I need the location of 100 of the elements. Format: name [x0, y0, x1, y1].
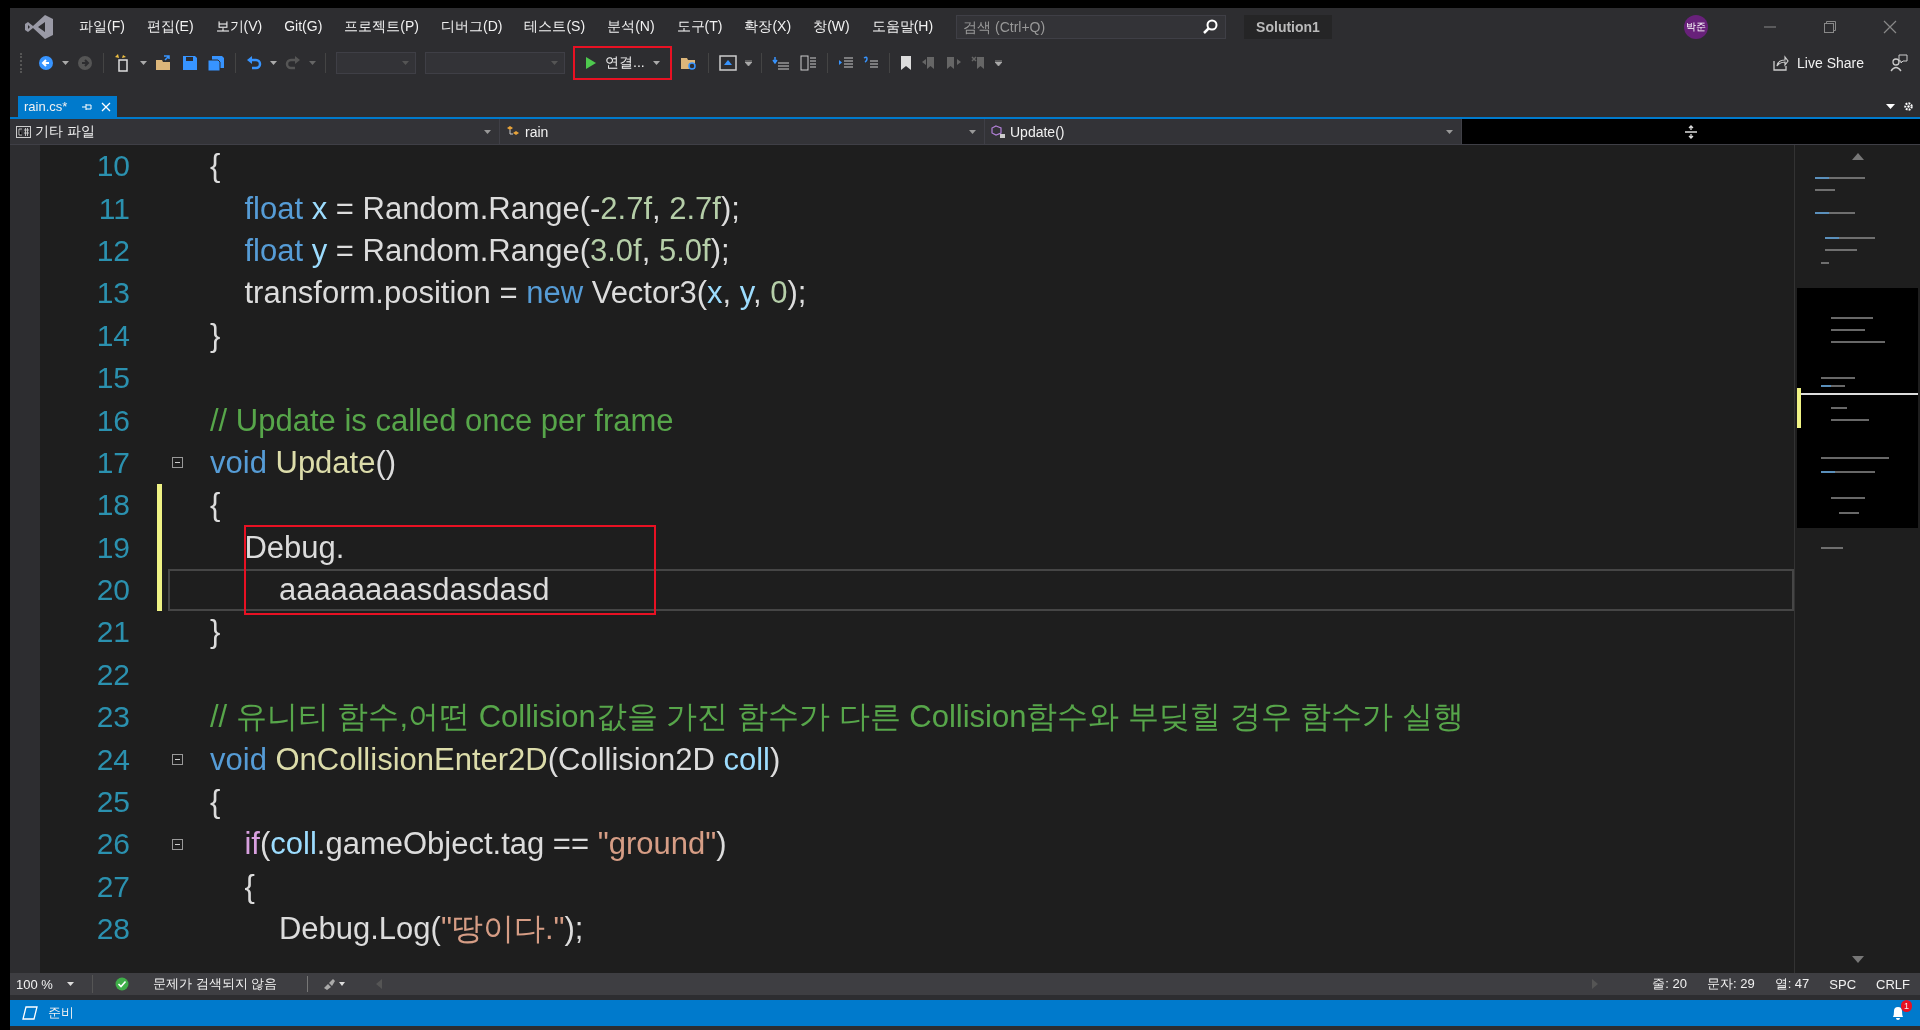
play-icon — [585, 56, 597, 70]
caret-icon — [652, 61, 660, 65]
whitespace-indicator[interactable]: SPC — [1829, 976, 1857, 992]
caret-icon — [969, 129, 976, 134]
character-indicator[interactable]: 문자: 29 — [1706, 975, 1755, 993]
clear-bookmarks-icon[interactable] — [970, 55, 987, 71]
code-line: { — [210, 487, 221, 524]
undo-icon[interactable] — [246, 55, 262, 71]
scroll-up-icon[interactable] — [1851, 153, 1864, 160]
code-line: if(coll.gameObject.tag == "ground") — [243, 826, 727, 863]
run-button[interactable]: 연결... — [573, 46, 672, 80]
open-folder-icon[interactable] — [155, 55, 173, 71]
class-icon — [506, 125, 521, 138]
issues-status[interactable]: 문제가 검색되지 않음 — [153, 975, 278, 993]
code-line: Debug. — [243, 529, 345, 566]
line-ending-indicator[interactable]: CRLF — [1876, 976, 1910, 992]
scroll-down-icon[interactable] — [1851, 956, 1864, 963]
indent-icon[interactable] — [862, 55, 879, 71]
caret-icon[interactable] — [140, 61, 147, 65]
collapse-icon[interactable] — [171, 457, 183, 469]
save-all-icon[interactable] — [207, 54, 225, 72]
next-bookmark-icon[interactable] — [945, 55, 962, 71]
search-field[interactable]: 검색 (Ctrl+Q) — [956, 15, 1227, 39]
feedback-icon[interactable] — [1890, 54, 1908, 72]
caret-icon[interactable] — [994, 60, 1002, 66]
line-number: 15 — [95, 361, 130, 396]
menu-item[interactable]: 디버그(D) — [430, 14, 514, 40]
line-number: 22 — [95, 657, 130, 692]
previous-bookmark-icon[interactable] — [920, 55, 937, 71]
project-dropdown[interactable]: 기타 파일 — [10, 119, 500, 144]
code-line: // 유니티 함수,어떤 Collision값을 가진 함수가 다른 Collision함수와 부딪힐 경우 함수가 실행 — [210, 698, 1464, 737]
file-tab[interactable]: rain.cs* — [18, 96, 118, 117]
line-number: 14 — [95, 318, 130, 353]
code-line: void Update() — [210, 444, 397, 481]
line-number: 23 — [95, 700, 130, 735]
code-line: } — [210, 614, 221, 651]
document-icon[interactable] — [798, 55, 817, 71]
menu-item[interactable]: 확장(X) — [733, 14, 803, 40]
method-icon — [991, 124, 1006, 139]
caret-icon[interactable] — [62, 61, 69, 65]
step-into-icon[interactable] — [771, 55, 790, 71]
line-number: 21 — [95, 615, 130, 650]
code-line: Debug.Log("땅이다."); — [277, 910, 584, 949]
menu-item[interactable]: 편집(E) — [135, 14, 205, 40]
caret-icon[interactable] — [270, 61, 277, 65]
folder-search-icon[interactable] — [679, 55, 698, 71]
code-line: float y = Random.Range(3.0f, 5.0f); — [243, 232, 730, 269]
menu-item[interactable]: 프로젝트(P) — [333, 14, 430, 40]
line-number: 27 — [95, 869, 130, 904]
solution-name: Solution1 — [1244, 15, 1332, 39]
bell-icon[interactable] — [1890, 1005, 1906, 1021]
menu-item[interactable]: 창(W) — [802, 14, 861, 40]
line-number: 13 — [95, 276, 130, 311]
save-icon[interactable] — [182, 55, 198, 71]
code-line: float x = Random.Range(-2.7f, 2.7f); — [243, 190, 740, 227]
line-number: 11 — [97, 191, 130, 226]
bookmark-icon[interactable] — [899, 55, 912, 71]
member-dropdown[interactable]: Update() — [985, 119, 1462, 144]
caret-icon[interactable] — [744, 60, 752, 66]
live-share-button[interactable]: Live Share — [1767, 51, 1870, 75]
tab-list-icon[interactable] — [1886, 104, 1895, 109]
menu-item[interactable]: 보기(V) — [204, 14, 274, 40]
caret-icon — [66, 982, 74, 986]
code-line: } — [210, 317, 221, 354]
menu-item[interactable]: Git(G) — [273, 14, 334, 40]
outdent-icon[interactable] — [837, 55, 854, 71]
brush-icon[interactable] — [322, 978, 347, 990]
line-number: 16 — [95, 403, 130, 438]
line-number: 19 — [95, 530, 130, 565]
browser-icon[interactable] — [718, 55, 737, 71]
collapse-icon[interactable] — [171, 838, 183, 850]
line-indicator[interactable]: 줄: 20 — [1652, 975, 1687, 993]
pin-icon[interactable] — [81, 101, 94, 112]
check-icon — [115, 977, 129, 991]
type-dropdown[interactable]: rain — [500, 119, 985, 144]
column-indicator[interactable]: 열: 47 — [1774, 975, 1810, 993]
menu-item[interactable]: 테스트(S) — [513, 14, 597, 40]
line-number: 12 — [95, 233, 130, 268]
code-line: { — [210, 784, 221, 821]
caret-icon — [551, 61, 558, 65]
restore-icon[interactable] — [1823, 20, 1837, 34]
close-icon[interactable] — [1883, 20, 1897, 34]
code-line: { — [210, 148, 221, 185]
menu-item[interactable]: 파일(F) — [68, 14, 136, 40]
collapse-icon[interactable] — [171, 754, 183, 766]
settings-icon[interactable] — [1903, 101, 1914, 112]
code-file-icon — [16, 125, 31, 138]
menu-item[interactable]: 도움말(H) — [860, 14, 945, 40]
share-icon — [1773, 55, 1790, 71]
code-line: aaaaaaaasdasdasd — [277, 572, 550, 609]
zoom-dropdown[interactable]: 100 % — [10, 975, 93, 993]
line-number: 20 — [95, 573, 130, 608]
menu-item[interactable]: 도구(T) — [665, 14, 734, 40]
menu-item[interactable]: 분석(N) — [596, 14, 666, 40]
user-avatar[interactable]: 박준 — [1684, 15, 1708, 39]
status-icon — [22, 1006, 38, 1020]
back-icon[interactable] — [38, 55, 54, 71]
status-text: 준비 — [48, 1004, 74, 1022]
split-window-icon[interactable] — [1684, 124, 1698, 139]
line-number: 28 — [95, 912, 130, 947]
